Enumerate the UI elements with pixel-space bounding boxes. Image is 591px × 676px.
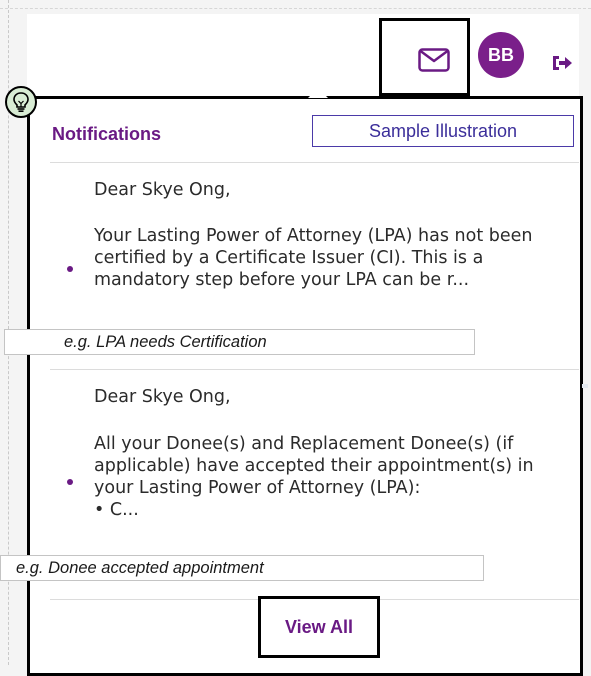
sample-illustration-label: Sample Illustration <box>312 115 574 147</box>
view-all-button[interactable]: View All <box>258 596 380 658</box>
logout-icon[interactable] <box>550 53 574 73</box>
guide-line-top <box>0 8 591 9</box>
avatar[interactable]: BB <box>478 32 524 78</box>
example-label: e.g. LPA needs Certification <box>4 329 475 355</box>
notifications-title: Notifications <box>52 124 162 144</box>
unread-dot-icon <box>67 479 73 485</box>
lightbulb-icon <box>5 86 37 118</box>
panel-caret <box>308 88 328 98</box>
notification-item[interactable]: Dear Skye Ong, Your Lasting Power of Att… <box>50 179 560 324</box>
mail-icon[interactable] <box>418 48 450 72</box>
divider <box>50 369 579 370</box>
notification-body: All your Donee(s) and Replacement Donee(… <box>94 434 534 520</box>
notification-body: Your Lasting Power of Attorney (LPA) has… <box>94 226 533 290</box>
notification-greeting: Dear Skye Ong, <box>94 387 231 407</box>
divider <box>50 162 579 163</box>
example-label: e.g. Donee accepted appointment <box>0 555 484 581</box>
notification-greeting: Dear Skye Ong, <box>94 180 231 200</box>
edge-marker <box>582 384 588 388</box>
notification-item[interactable]: Dear Skye Ong, All your Donee(s) and Rep… <box>50 386 560 546</box>
unread-dot-icon <box>67 266 73 272</box>
